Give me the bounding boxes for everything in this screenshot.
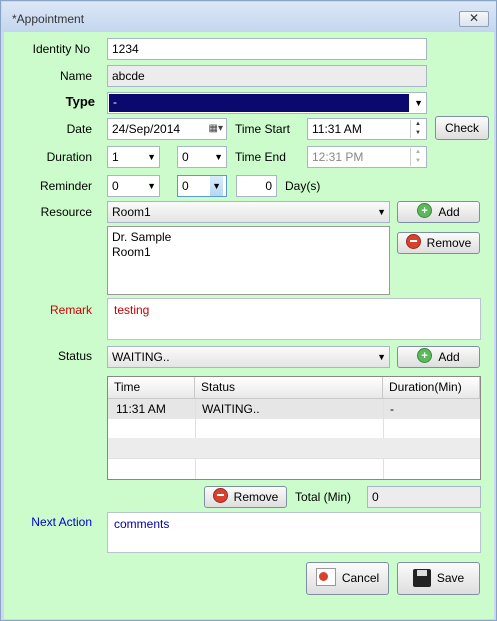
- duration-hours-select[interactable]: 1 ▼: [107, 146, 160, 168]
- date-value: 24/Sep/2014: [112, 122, 181, 136]
- name-label: Name: [59, 69, 92, 83]
- time-end-label: Time End: [235, 150, 286, 164]
- floppy-disk-icon: [412, 569, 431, 587]
- resource-select[interactable]: Room1 ▼: [107, 201, 390, 223]
- name-field[interactable]: abcde: [107, 65, 427, 87]
- table-cell-duration: -: [390, 402, 394, 416]
- table-cell-time: 11:31 AM: [116, 402, 166, 416]
- chevron-down-icon: ▼: [210, 176, 223, 196]
- time-start-label: Time Start: [235, 122, 290, 136]
- date-label: Date: [66, 122, 92, 136]
- duration-hours-value: 1: [112, 150, 119, 164]
- save-label: Save: [436, 571, 465, 585]
- remark-textarea[interactable]: testing: [107, 298, 481, 340]
- check-button[interactable]: Check: [435, 116, 489, 140]
- resource-remove-label: Remove: [426, 236, 472, 250]
- cancel-label: Cancel: [341, 571, 380, 585]
- reminder-days-label: Day(s): [285, 179, 321, 193]
- chevron-down-icon: ▼: [147, 152, 156, 162]
- chevron-down-icon: ▼: [414, 98, 423, 108]
- resource-add-button[interactable]: Add: [397, 201, 480, 223]
- status-label: Status: [57, 349, 92, 363]
- chevron-down-icon: ▼: [377, 352, 386, 362]
- total-label: Total (Min): [295, 490, 352, 504]
- time-end-value: 12:31 PM: [312, 150, 364, 164]
- resource-add-label: Add: [438, 205, 460, 219]
- duration-minutes-value: 0: [182, 150, 189, 164]
- remark-label: Remark: [49, 303, 92, 317]
- spin-down-icon[interactable]: ▼: [411, 129, 425, 138]
- status-select[interactable]: WAITING.. ▼: [107, 346, 390, 368]
- dialog-window: *Appointment ✕ Identity No 1234 Name abc…: [0, 0, 497, 621]
- identity-field[interactable]: 1234: [107, 38, 427, 60]
- list-item[interactable]: Dr. Sample: [112, 230, 385, 245]
- resource-remove-button[interactable]: Remove: [397, 232, 480, 254]
- window-title: *Appointment: [12, 12, 85, 26]
- add-icon: [417, 201, 433, 221]
- reminder-days-field[interactable]: 0: [236, 175, 277, 197]
- save-button[interactable]: Save: [397, 562, 480, 595]
- status-table: Time Status Duration(Min) 11:31 AM WAITI…: [107, 376, 481, 480]
- resource-value: Room1: [112, 205, 151, 219]
- list-item[interactable]: Room1: [112, 245, 385, 260]
- add-icon: [417, 346, 433, 366]
- cancel-icon: [315, 568, 336, 586]
- chevron-down-icon: ▼: [147, 181, 156, 191]
- resource-list[interactable]: Dr. Sample Room1: [107, 226, 390, 295]
- row-divider: [108, 458, 480, 459]
- chevron-down-icon: ▼: [214, 152, 223, 162]
- time-start-field[interactable]: 11:31 AM ▲ ▼: [307, 118, 427, 140]
- table-cell-status: WAITING..: [202, 402, 260, 416]
- reminder-a-select[interactable]: 0 ▼: [107, 175, 160, 197]
- status-remove-label: Remove: [233, 490, 279, 504]
- column-header-status[interactable]: Status: [195, 377, 383, 399]
- next-action-textarea[interactable]: comments: [107, 512, 481, 553]
- date-field[interactable]: 24/Sep/2014 ▦▾: [107, 118, 227, 140]
- identity-label: Identity No: [32, 42, 90, 56]
- status-add-label: Add: [438, 350, 460, 364]
- next-action-label: Next Action: [31, 515, 92, 529]
- table-row-empty: [108, 438, 480, 458]
- column-header-duration[interactable]: Duration(Min): [383, 377, 480, 399]
- status-add-button[interactable]: Add: [397, 346, 480, 368]
- duration-minutes-select[interactable]: 0 ▼: [177, 146, 227, 168]
- status-value: WAITING..: [112, 350, 170, 364]
- spin-up-icon: ▲: [415, 149, 421, 155]
- reminder-b-select[interactable]: 0 ▼: [177, 175, 227, 197]
- reminder-b-value: 0: [182, 179, 189, 193]
- chevron-down-icon: ▼: [377, 207, 386, 217]
- remove-icon: [405, 234, 421, 249]
- cancel-button[interactable]: Cancel: [306, 562, 389, 595]
- time-start-spinner[interactable]: ▲ ▼: [410, 120, 425, 138]
- time-end-field: 12:31 PM ▲ ▼: [307, 146, 427, 168]
- remove-icon: [212, 488, 228, 503]
- time-end-spinner: ▲ ▼: [410, 148, 425, 166]
- close-button[interactable]: ✕: [459, 11, 489, 27]
- status-remove-button[interactable]: Remove: [204, 486, 287, 508]
- column-header-time[interactable]: Time: [108, 377, 195, 399]
- time-start-value: 11:31 AM: [312, 122, 362, 136]
- type-select[interactable]: - ▼: [107, 92, 427, 114]
- reminder-label: Reminder: [39, 179, 92, 193]
- type-label: Type: [65, 94, 95, 109]
- reminder-a-value: 0: [112, 179, 119, 193]
- total-field: 0: [367, 486, 481, 508]
- spin-down-icon: ▼: [415, 158, 421, 164]
- duration-label: Duration: [46, 150, 92, 164]
- resource-label: Resource: [40, 205, 92, 219]
- spin-up-icon[interactable]: ▲: [411, 120, 425, 129]
- calendar-icon[interactable]: ▦▾: [209, 119, 223, 139]
- type-selected-value: -: [109, 94, 409, 112]
